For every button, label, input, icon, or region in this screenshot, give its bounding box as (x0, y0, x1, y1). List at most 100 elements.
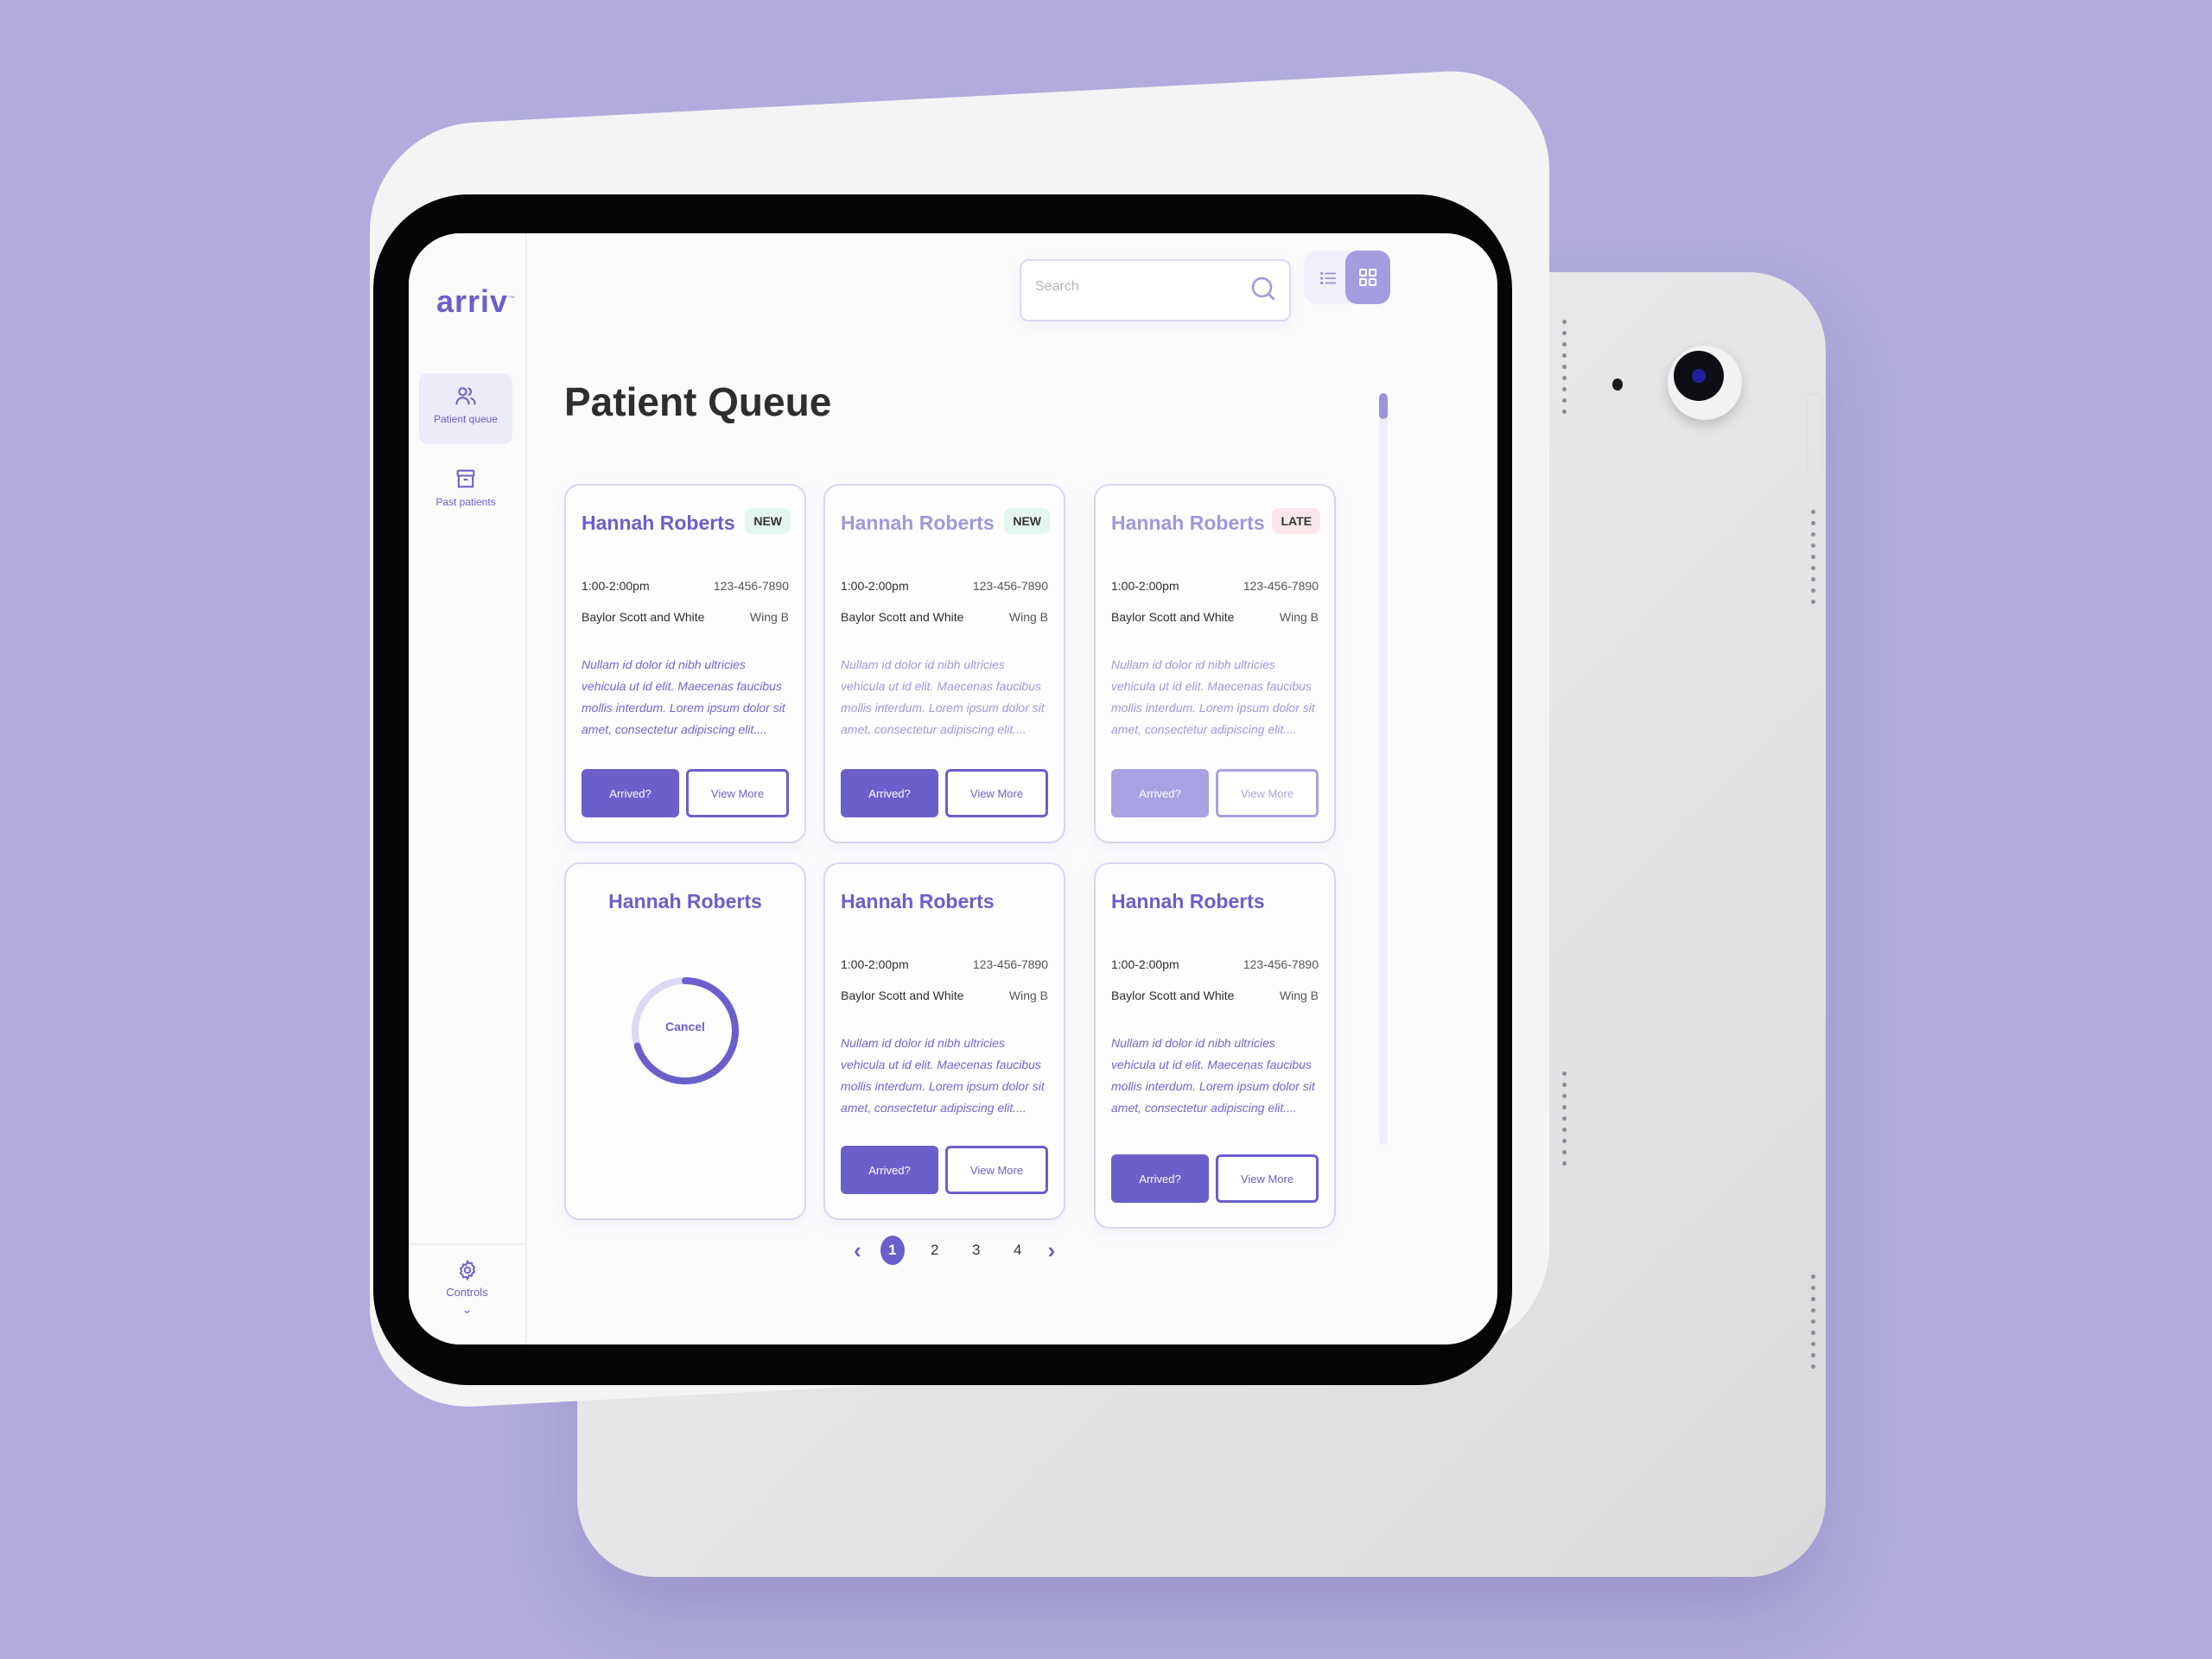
arrived-button[interactable]: Arrived? (841, 769, 938, 817)
page-2-button[interactable]: 2 (924, 1237, 946, 1263)
view-more-button[interactable]: View More (945, 1146, 1048, 1194)
appointment-row: 1:00-2:00pm 123-456-7890 (1111, 957, 1319, 971)
page-title: Patient Queue (564, 379, 832, 424)
app-logo[interactable]: arriv™ (436, 283, 516, 320)
appointment-time: 1:00-2:00pm (1111, 957, 1179, 971)
appointment-time: 1:00-2:00pm (582, 579, 650, 593)
controls-label: Controls (446, 1286, 488, 1299)
appointment-time: 1:00-2:00pm (841, 579, 909, 593)
speaker-grille (1562, 320, 1567, 421)
arrived-button[interactable]: Arrived? (582, 769, 679, 817)
patient-name[interactable]: Hannah Roberts (841, 512, 995, 535)
view-toggle (1304, 251, 1390, 304)
sidebar: arriv™ Patient queue Past patients Contr… (409, 233, 527, 1344)
card-actions: Arrived? View More (841, 1146, 1048, 1194)
hospital-name: Baylor Scott and White (582, 610, 705, 624)
patient-name[interactable]: Hannah Roberts (566, 890, 804, 913)
page-4-button[interactable]: 4 (1007, 1237, 1029, 1263)
wing: Wing B (749, 610, 789, 624)
patient-notes: Nullam id dolor id nibh ultricies vehicu… (582, 658, 785, 736)
page-3-button[interactable]: 3 (965, 1237, 988, 1263)
scrollbar-thumb[interactable] (1379, 393, 1388, 419)
patient-notes: Nullam id dolor id nibh ultricies vehicu… (841, 658, 1045, 736)
previous-page-button[interactable]: ‹ (854, 1237, 861, 1264)
users-icon (455, 387, 476, 405)
appointment-row: 1:00-2:00pm 123-456-7890 (841, 579, 1048, 593)
list-view-button[interactable] (1313, 263, 1344, 294)
view-more-button[interactable]: View More (945, 769, 1048, 817)
search-field[interactable] (1020, 259, 1291, 321)
phone-number: 123-456-7890 (972, 579, 1048, 593)
appointment-row: 1:00-2:00pm 123-456-7890 (582, 579, 789, 593)
hospital-name: Baylor Scott and White (1111, 610, 1235, 624)
patient-name[interactable]: Hannah Roberts (1111, 890, 1265, 913)
appointment-time: 1:00-2:00pm (841, 957, 909, 971)
hospital-name: Baylor Scott and White (841, 988, 964, 1002)
controls-menu[interactable]: Controls ⌄ (409, 1243, 525, 1344)
arrived-button[interactable]: Arrived? (1111, 769, 1209, 817)
status-badge: NEW (1004, 508, 1050, 534)
patient-name[interactable]: Hannah Roberts (1111, 512, 1265, 535)
location-row: Baylor Scott and White Wing B (582, 610, 789, 624)
patient-card: Hannah Roberts 1:00-2:00pm 123-456-7890 B… (1094, 862, 1336, 1229)
phone-number: 123-456-7890 (1243, 957, 1319, 971)
app-screen: arriv™ Patient queue Past patients Contr… (409, 233, 1497, 1344)
chevron-down-icon[interactable]: ⌄ (409, 1302, 525, 1317)
camera-flash (1612, 378, 1623, 391)
scrollbar[interactable] (1379, 393, 1388, 1145)
sidebar-item-label: Past patients (435, 496, 496, 508)
patient-card: Hannah Roberts LATE 1:00-2:00pm 123-456-7… (1094, 484, 1336, 843)
location-row: Baylor Scott and White Wing B (841, 988, 1048, 1002)
sidebar-item-patient-queue[interactable]: Patient queue (419, 373, 512, 444)
gear-icon (459, 1259, 475, 1281)
wing: Wing B (1008, 610, 1048, 624)
wing: Wing B (1279, 610, 1319, 624)
logo-text: arriv (436, 283, 509, 319)
patient-card: Hannah Roberts NEW 1:00-2:00pm 123-456-78… (823, 484, 1065, 843)
wing: Wing B (1008, 988, 1048, 1002)
arrived-button[interactable]: Arrived? (841, 1146, 938, 1194)
search-input[interactable] (1033, 278, 1244, 296)
sidebar-item-label: Patient queue (433, 413, 499, 425)
archive-box-icon (456, 469, 475, 488)
search-icon[interactable] (1248, 273, 1279, 304)
next-page-button[interactable]: › (1048, 1237, 1056, 1264)
phone-number: 123-456-7890 (972, 957, 1048, 971)
wing: Wing B (1279, 988, 1319, 1002)
view-more-button[interactable]: View More (1216, 1154, 1319, 1203)
status-badge: LATE (1272, 508, 1320, 534)
pagination: ‹ 1 2 3 4 › (854, 1236, 1055, 1265)
speaker-grille (1811, 1274, 1815, 1376)
patient-card: Hannah Roberts 1:00-2:00pm 123-456-7890 B… (823, 862, 1065, 1220)
status-badge: NEW (745, 508, 791, 534)
patient-notes: Nullam id dolor id nibh ultricies vehicu… (841, 1036, 1045, 1115)
trademark: ™ (508, 295, 517, 302)
grid-icon (1359, 269, 1376, 286)
view-more-button[interactable]: View More (686, 769, 789, 817)
location-row: Baylor Scott and White Wing B (841, 610, 1048, 624)
patient-name[interactable]: Hannah Roberts (582, 512, 735, 535)
sidebar-item-past-patients[interactable]: Past patients (419, 456, 512, 527)
arrived-button[interactable]: Arrived? (1111, 1154, 1209, 1203)
hospital-name: Baylor Scott and White (1111, 988, 1235, 1002)
patient-card: Hannah Roberts NEW 1:00-2:00pm 123-456-78… (564, 484, 806, 843)
page-1-button[interactable]: 1 (880, 1236, 905, 1265)
hospital-name: Baylor Scott and White (841, 610, 964, 624)
patient-notes: Nullam id dolor id nibh ultricies vehicu… (1111, 658, 1315, 736)
patient-name[interactable]: Hannah Roberts (841, 890, 995, 913)
view-more-button[interactable]: View More (1216, 769, 1319, 817)
arrival-timer-card: Hannah Roberts Cancel (564, 862, 806, 1220)
side-button (1806, 393, 1823, 479)
appointment-row: 1:00-2:00pm 123-456-7890 (1111, 579, 1319, 593)
location-row: Baylor Scott and White Wing B (1111, 610, 1319, 624)
appointment-time: 1:00-2:00pm (1111, 579, 1179, 593)
card-actions: Arrived? View More (1111, 769, 1319, 817)
list-icon (1320, 271, 1337, 285)
card-actions: Arrived? View More (841, 769, 1048, 817)
patient-notes: Nullam id dolor id nibh ultricies vehicu… (1111, 1036, 1315, 1115)
card-actions: Arrived? View More (582, 769, 789, 817)
cancel-button[interactable]: Cancel (566, 1020, 804, 1033)
appointment-row: 1:00-2:00pm 123-456-7890 (841, 957, 1048, 971)
grid-view-button[interactable] (1345, 251, 1390, 304)
location-row: Baylor Scott and White Wing B (1111, 988, 1319, 1002)
